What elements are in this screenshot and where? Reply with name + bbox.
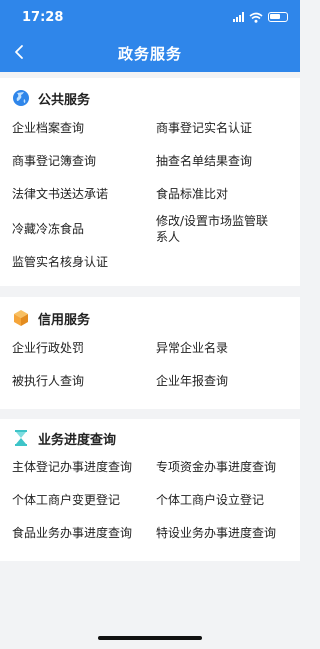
section-credit-services: 信用服务 企业行政处罚 异常企业名录 被执行人查询 企业年报查询 — [0, 297, 300, 409]
link-individual-business-setup[interactable]: 个体工商户设立登记 — [156, 492, 264, 508]
wifi-icon — [249, 12, 263, 23]
nav-bar: 政务服务 — [0, 34, 300, 72]
section-progress-query: 业务进度查询 主体登记办事进度查询 专项资金办事进度查询 个体工商户变更登记 个… — [0, 419, 300, 561]
link-special-equipment-progress[interactable]: 特设业务办事进度查询 — [156, 525, 276, 541]
link-annual-report-query[interactable]: 企业年报查询 — [156, 373, 228, 389]
status-icons — [233, 11, 288, 23]
link-business-register-query[interactable]: 商事登记簿查询 — [12, 153, 96, 169]
section-header: 业务进度查询 — [12, 428, 116, 448]
globe-icon — [13, 90, 29, 106]
home-indicator[interactable] — [98, 636, 202, 640]
link-frozen-food[interactable]: 冷藏冷冻食品 — [12, 221, 84, 237]
link-business-real-name-auth[interactable]: 商事登记实名认证 — [156, 120, 252, 136]
link-administrative-penalty[interactable]: 企业行政处罚 — [12, 340, 84, 356]
link-food-standard-compare[interactable]: 食品标准比对 — [156, 186, 228, 202]
link-food-business-progress[interactable]: 食品业务办事进度查询 — [12, 525, 132, 541]
link-supervision-identity-auth[interactable]: 监管实名核身认证 — [12, 254, 108, 270]
section-public-services: 公共服务 企业档案查询 商事登记实名认证 商事登记簿查询 抽查名单结果查询 法律… — [0, 78, 300, 286]
section-title: 业务进度查询 — [38, 432, 117, 448]
hourglass-icon — [15, 430, 27, 446]
link-entity-registration-progress[interactable]: 主体登记办事进度查询 — [12, 459, 132, 475]
link-executed-person-query[interactable]: 被执行人查询 — [12, 373, 84, 389]
link-abnormal-enterprise-list[interactable]: 异常企业名录 — [156, 340, 228, 356]
page-title: 政务服务 — [117, 45, 182, 63]
link-special-fund-progress[interactable]: 专项资金办事进度查询 — [156, 459, 276, 475]
link-spot-check-results[interactable]: 抽查名单结果查询 — [156, 153, 252, 169]
signal-icon — [233, 12, 244, 22]
link-individual-business-change[interactable]: 个体工商户变更登记 — [12, 492, 120, 508]
battery-icon — [268, 12, 288, 22]
link-legal-document-delivery[interactable]: 法律文书送达承诺 — [12, 186, 108, 202]
section-title: 信用服务 — [38, 312, 91, 328]
section-header: 公共服务 — [12, 88, 90, 108]
status-time: 17:28 — [22, 10, 64, 25]
link-set-market-supervision-contact[interactable]: 修改/设置市场监管联系人 — [156, 213, 278, 245]
section-header: 信用服务 — [12, 308, 90, 328]
link-enterprise-archive-query[interactable]: 企业档案查询 — [12, 120, 84, 136]
status-bar: 17:28 — [0, 0, 300, 34]
cube-icon — [14, 310, 28, 326]
header-bar: 17:28 政务服务 — [0, 0, 300, 72]
section-title: 公共服务 — [38, 92, 91, 108]
